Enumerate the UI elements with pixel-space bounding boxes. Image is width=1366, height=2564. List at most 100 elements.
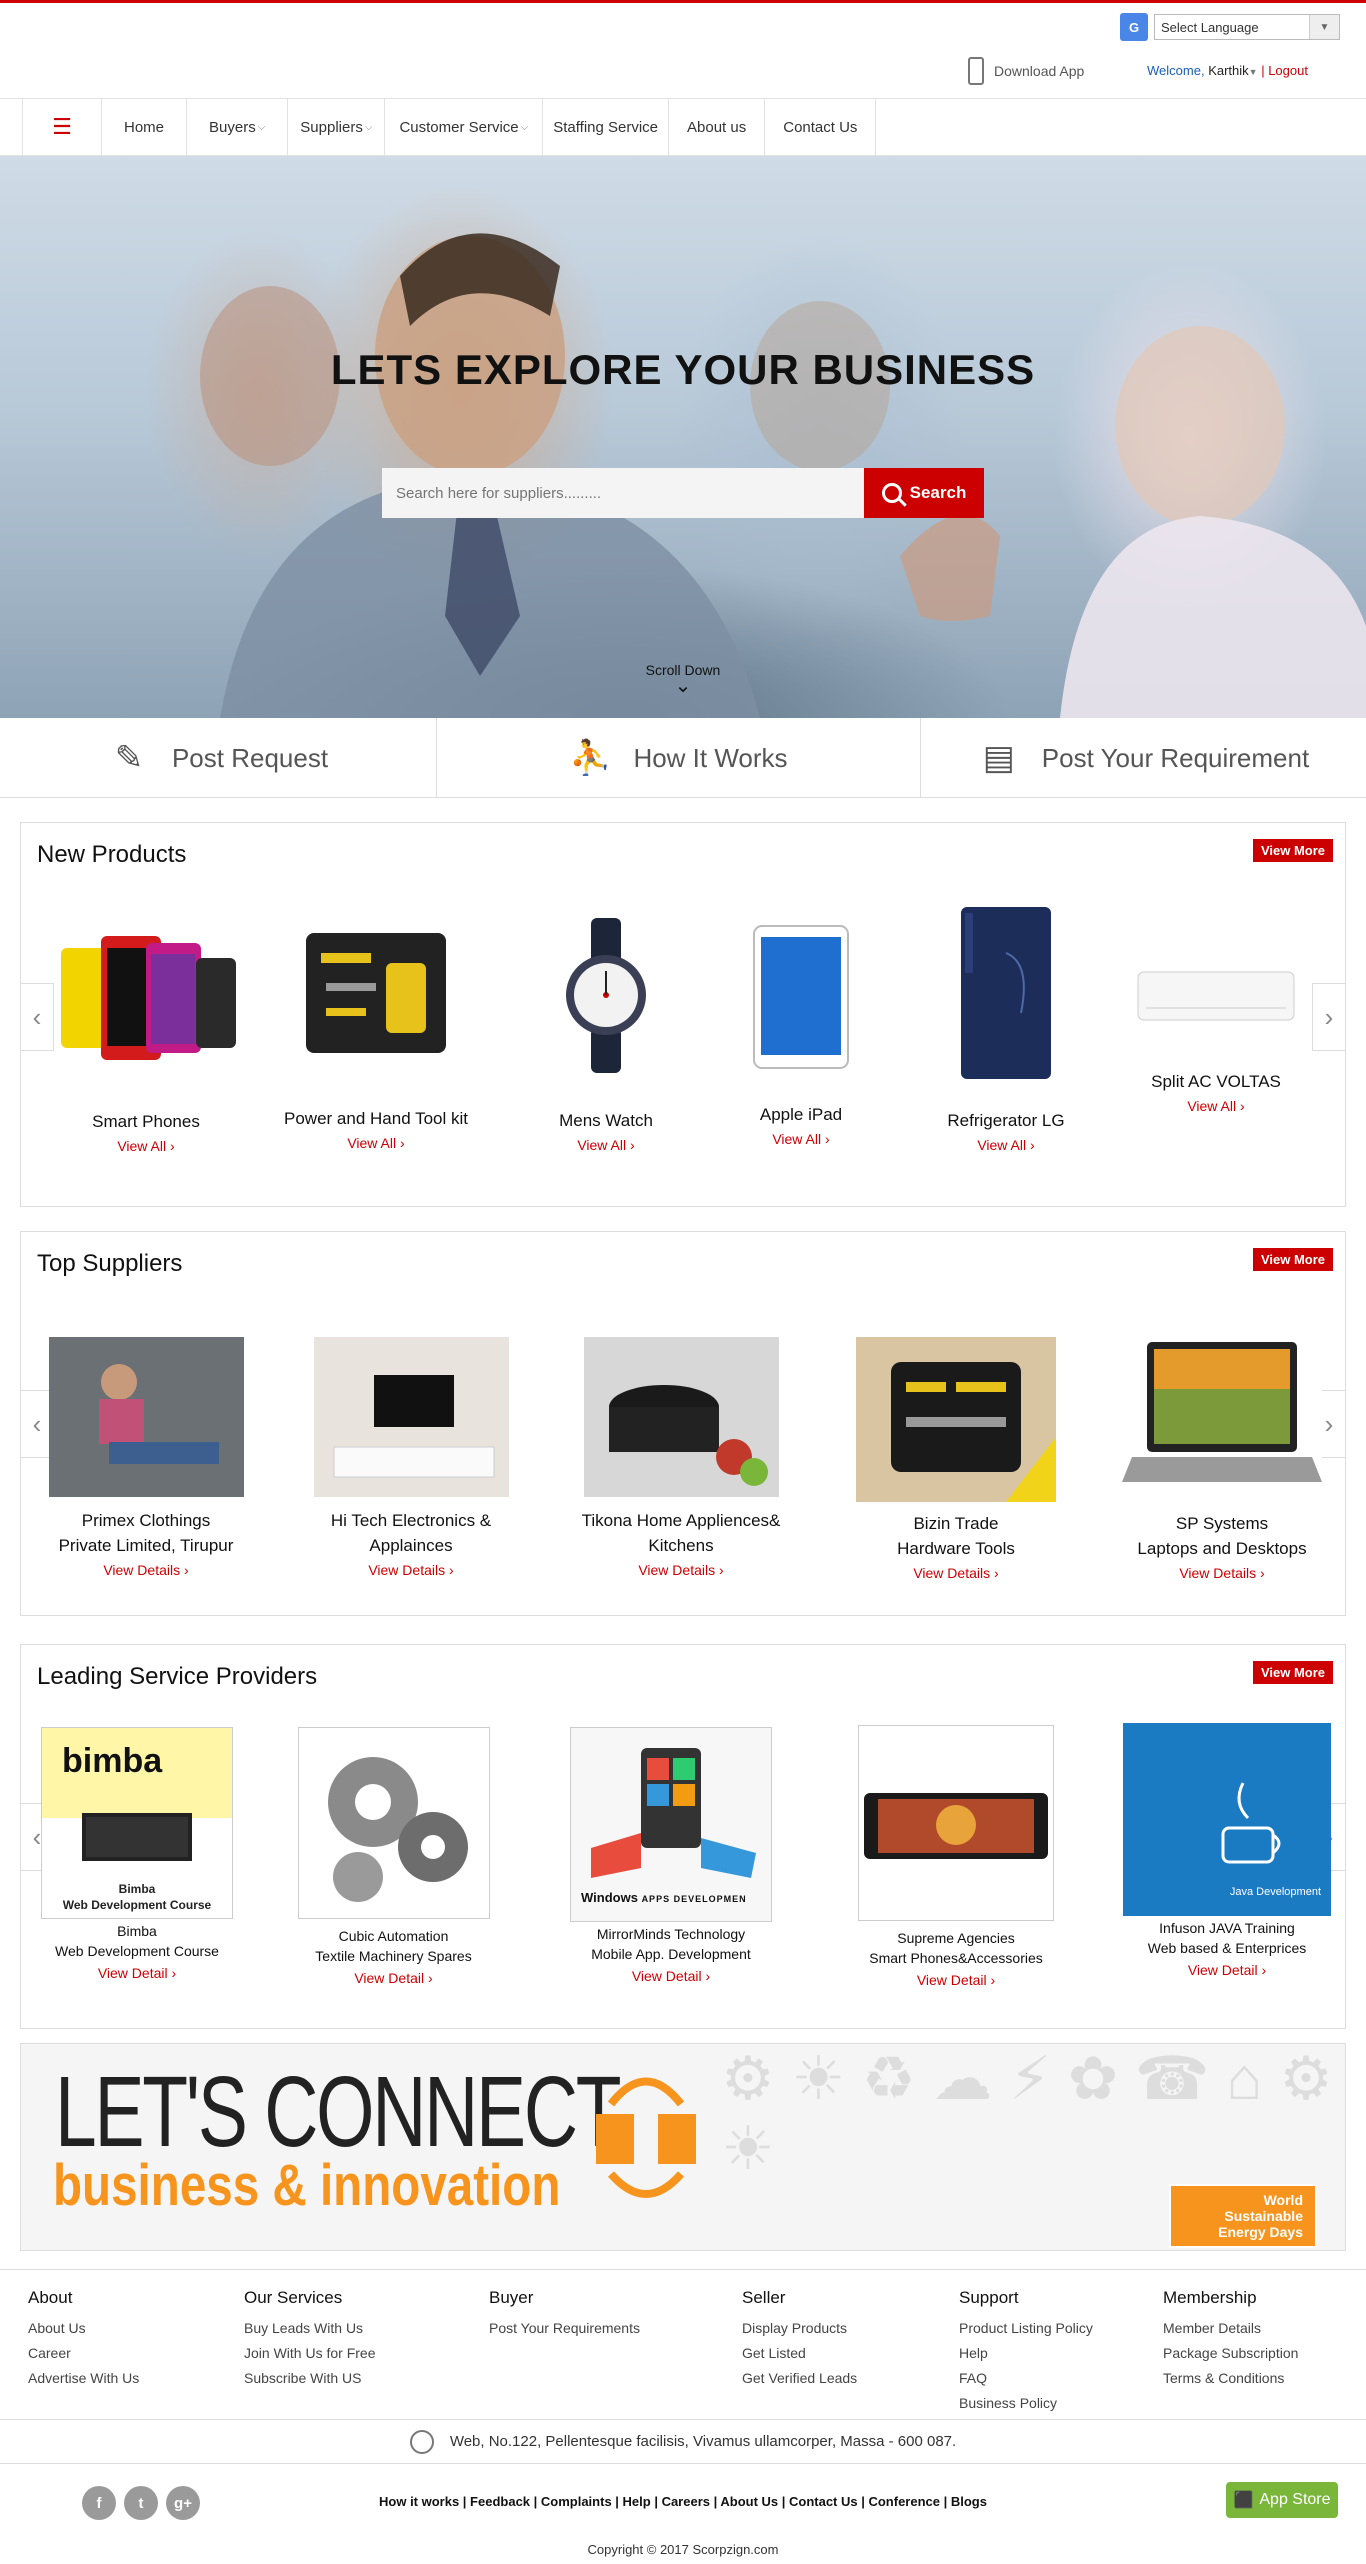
footer-link[interactable]: Get Verified Leads bbox=[742, 2366, 857, 2391]
product-name: Split AC VOLTAS bbox=[1151, 1072, 1281, 1091]
welcome-label: Welcome, bbox=[1147, 63, 1205, 78]
service-image-bimba: bimba Bimba Web Development Course bbox=[41, 1727, 233, 1919]
view-more-button[interactable]: View More bbox=[1252, 1248, 1333, 1271]
footer-link[interactable]: Join With Us for Free bbox=[244, 2341, 375, 2366]
footer-link[interactable]: Terms & Conditions bbox=[1163, 2366, 1298, 2391]
view-details-link[interactable]: View Details › bbox=[851, 1565, 1061, 1581]
service-card[interactable]: bimba Bimba Web Development Course Bimba… bbox=[37, 1727, 237, 1981]
search-input[interactable] bbox=[382, 468, 864, 518]
service-card[interactable]: Cubic Automation Textile Machinery Spare… bbox=[291, 1727, 496, 1986]
product-card[interactable]: Smart Phones View All › bbox=[41, 918, 251, 1154]
footer-link[interactable]: Package Subscription bbox=[1163, 2341, 1298, 2366]
footer-link[interactable]: Display Products bbox=[742, 2316, 857, 2341]
view-details-link[interactable]: View Details › bbox=[571, 1562, 791, 1578]
download-app-link[interactable]: Download App bbox=[968, 57, 1084, 85]
view-details-link[interactable]: View Details › bbox=[301, 1562, 521, 1578]
product-card[interactable]: Power and Hand Tool kit View All › bbox=[266, 913, 486, 1151]
nav-home[interactable]: Home bbox=[101, 99, 186, 155]
supplier-card[interactable]: Primex Clothings Private Limited, Tirupu… bbox=[41, 1337, 251, 1578]
product-card[interactable]: Mens Watch View All › bbox=[511, 913, 701, 1153]
post-requirement-button[interactable]: ▤ Post Your Requirement bbox=[921, 718, 1366, 798]
service-name-line2: Mobile App. Development bbox=[591, 1946, 751, 1962]
footer-link[interactable]: About Us bbox=[28, 2316, 139, 2341]
footer-bottom-links[interactable]: How it works | Feedback | Complaints | H… bbox=[0, 2494, 1366, 2509]
footer-link[interactable]: Post Your Requirements bbox=[489, 2316, 640, 2341]
footer-link[interactable]: Help bbox=[959, 2341, 1093, 2366]
footer-link[interactable]: Buy Leads With Us bbox=[244, 2316, 375, 2341]
service-name-line2: Web Development Course bbox=[55, 1943, 219, 1959]
bimba-logo-text: bimba bbox=[62, 1742, 163, 1780]
footer-link[interactable]: Get Listed bbox=[742, 2341, 857, 2366]
windows-logo-text: Windows APPS DEVELOPMEN bbox=[581, 1890, 747, 1905]
view-detail-link[interactable]: View Detail › bbox=[37, 1965, 237, 1981]
supplier-card[interactable]: Bizin Trade Hardware Tools View Details … bbox=[851, 1337, 1061, 1581]
view-detail-link[interactable]: View Detail › bbox=[1121, 1962, 1333, 1978]
search-button[interactable]: Search bbox=[864, 468, 984, 518]
footer-link[interactable]: Career bbox=[28, 2341, 139, 2366]
energy-days-badge: World Sustainable Energy Days bbox=[1169, 2184, 1317, 2248]
user-caret-icon[interactable]: ▼ bbox=[1249, 67, 1258, 77]
product-card[interactable]: Apple iPad View All › bbox=[711, 923, 891, 1147]
view-all-link[interactable]: View All › bbox=[41, 1138, 251, 1154]
supplier-name-line2: Private Limited, Tirupur bbox=[58, 1536, 234, 1555]
person-desk-icon: ⛹ bbox=[569, 739, 612, 777]
supplier-card[interactable]: Tikona Home Appliences& Kitchens View De… bbox=[571, 1337, 791, 1578]
view-more-button[interactable]: View More bbox=[1252, 1661, 1333, 1684]
view-details-link[interactable]: View Details › bbox=[41, 1562, 251, 1578]
search-icon bbox=[881, 483, 902, 503]
service-card[interactable]: Supreme Agencies Smart Phones&Accessorie… bbox=[841, 1725, 1071, 1988]
hamburger-menu-icon[interactable]: ☰ bbox=[22, 99, 101, 155]
supplier-image-electronics bbox=[313, 1337, 509, 1497]
footer-link[interactable]: Subscribe With US bbox=[244, 2366, 375, 2391]
footer-link[interactable]: Business Policy bbox=[959, 2391, 1093, 2416]
new-products-section: New Products View More ‹ › Smart Phones … bbox=[20, 822, 1346, 1207]
connect-banner[interactable]: LET'S CONNECT business & innovation ⚙ ☀ … bbox=[20, 2043, 1346, 2251]
footer-col-title: About bbox=[28, 2288, 73, 2307]
scroll-down[interactable]: Scroll Down ⌄ bbox=[0, 662, 1366, 696]
supplier-card[interactable]: SP Systems Laptops and Desktops View Det… bbox=[1117, 1337, 1327, 1581]
post-request-button[interactable]: ✎ Post Request bbox=[0, 718, 437, 798]
nav-staffing-service[interactable]: Staffing Service bbox=[542, 99, 668, 155]
nav-buyers[interactable]: Buyers ⌵ bbox=[186, 99, 287, 155]
nav-contact-us[interactable]: Contact Us bbox=[764, 99, 877, 155]
supplier-image-laptop bbox=[1122, 1337, 1322, 1502]
footer-link[interactable]: FAQ bbox=[959, 2366, 1093, 2391]
view-details-link[interactable]: View Details › bbox=[1117, 1565, 1327, 1581]
how-it-works-button[interactable]: ⛹ How It Works bbox=[437, 718, 921, 798]
user-name[interactable]: Karthik bbox=[1208, 63, 1248, 78]
chevron-down-icon[interactable]: ▼ bbox=[1309, 15, 1339, 39]
top-bar: G Select Language ▼ Download App Welcome… bbox=[0, 3, 1366, 98]
footer-link[interactable]: Member Details bbox=[1163, 2316, 1298, 2341]
nav-customer-service[interactable]: Customer Service ⌵ bbox=[384, 99, 542, 155]
supplier-card[interactable]: Hi Tech Electronics & Applainces View De… bbox=[301, 1337, 521, 1578]
view-detail-link[interactable]: View Detail › bbox=[556, 1968, 786, 1984]
nav-about-us[interactable]: About us bbox=[668, 99, 764, 155]
nav-suppliers[interactable]: Suppliers ⌵ bbox=[287, 99, 384, 155]
view-all-label: View All bbox=[772, 1131, 822, 1147]
service-image-gears bbox=[297, 1727, 490, 1919]
footer-link[interactable]: Advertise With Us bbox=[28, 2366, 139, 2391]
view-details-label: View Details bbox=[913, 1565, 991, 1581]
product-image-watch bbox=[566, 918, 646, 1073]
view-all-link[interactable]: View All › bbox=[511, 1137, 701, 1153]
view-detail-link[interactable]: View Detail › bbox=[841, 1972, 1071, 1988]
nav-contact-us-label: Contact Us bbox=[783, 118, 858, 136]
view-detail-label: View Detail bbox=[631, 1968, 702, 1984]
logout-link[interactable]: Logout bbox=[1268, 63, 1308, 78]
view-all-link[interactable]: View All › bbox=[1121, 1098, 1311, 1114]
service-card[interactable]: Windows APPS DEVELOPMEN MirrorMinds Tech… bbox=[556, 1727, 786, 1984]
language-select[interactable]: Select Language ▼ bbox=[1154, 14, 1340, 40]
view-all-link[interactable]: View All › bbox=[911, 1137, 1101, 1153]
view-more-button[interactable]: View More bbox=[1252, 839, 1333, 862]
top-suppliers-section: Top Suppliers View More ‹ › Primex Cloth… bbox=[20, 1231, 1346, 1616]
footer-link[interactable]: Product Listing Policy bbox=[959, 2316, 1093, 2341]
service-card[interactable]: Java Development Infuson JAVA Training W… bbox=[1121, 1723, 1333, 1978]
app-store-badge[interactable]: ⬛ App Store bbox=[1226, 2482, 1338, 2518]
view-detail-link[interactable]: View Detail › bbox=[291, 1970, 496, 1986]
product-card[interactable]: Refrigerator LG View All › bbox=[911, 903, 1101, 1153]
language-selector[interactable]: G Select Language ▼ bbox=[1120, 13, 1340, 41]
view-all-link[interactable]: View All › bbox=[711, 1131, 891, 1147]
product-card[interactable]: Split AC VOLTAS View All › bbox=[1121, 968, 1311, 1114]
view-all-link[interactable]: View All › bbox=[266, 1135, 486, 1151]
carousel-next-icon[interactable]: › bbox=[1312, 983, 1346, 1051]
